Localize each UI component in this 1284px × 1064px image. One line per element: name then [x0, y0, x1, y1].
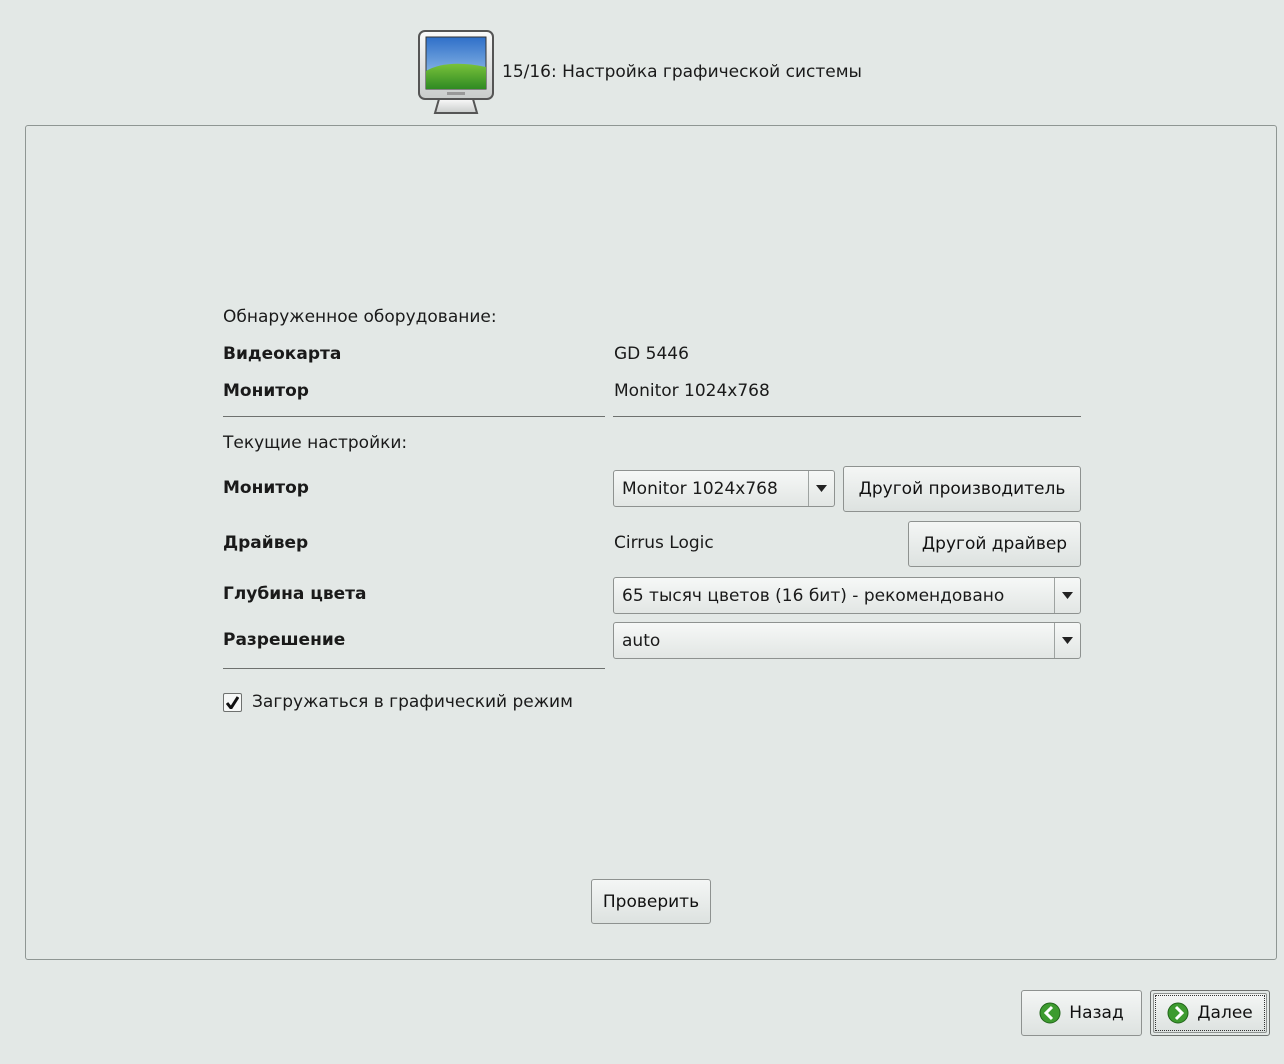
driver-value: Cirrus Logic: [614, 533, 714, 553]
page-title: 15/16: Настройка графической системы: [502, 62, 862, 82]
divider: [223, 668, 605, 669]
monitor-label: Монитор: [223, 478, 309, 498]
color-depth-label: Глубина цвета: [223, 584, 367, 604]
current-section-label: Текущие настройки:: [223, 433, 408, 453]
arrow-right-circle-icon: [1167, 1002, 1189, 1024]
other-vendor-button[interactable]: Другой производитель: [843, 466, 1081, 512]
monitor-select-value: Monitor 1024x768: [622, 478, 778, 499]
arrow-left-circle-icon: [1039, 1002, 1061, 1024]
divider: [613, 416, 1081, 417]
chevron-down-icon: [1054, 623, 1080, 658]
detected-monitor-label: Монитор: [223, 381, 309, 401]
boot-graphical-label: Загружаться в графический режим: [252, 692, 573, 712]
chevron-down-icon: [1054, 578, 1080, 613]
resolution-select-value: auto: [622, 630, 661, 651]
videocard-value: GD 5446: [614, 344, 689, 364]
resolution-select[interactable]: auto: [613, 622, 1081, 659]
next-button[interactable]: Далее: [1153, 993, 1267, 1033]
boot-graphical-option[interactable]: Загружаться в графический режим: [223, 691, 573, 713]
chevron-down-icon: [808, 471, 834, 506]
test-button[interactable]: Проверить: [591, 879, 711, 924]
checkmark-icon: [226, 695, 239, 709]
back-button-label: Назад: [1069, 1003, 1124, 1023]
monitor-icon: [417, 29, 495, 117]
other-driver-button[interactable]: Другой драйвер: [908, 521, 1081, 567]
back-button[interactable]: Назад: [1021, 990, 1142, 1036]
detected-section-label: Обнаруженное оборудование:: [223, 307, 497, 327]
color-depth-select-value: 65 тысяч цветов (16 бит) - рекомендовано: [622, 585, 1005, 606]
boot-graphical-checkbox[interactable]: [223, 692, 242, 712]
monitor-select[interactable]: Monitor 1024x768: [613, 470, 835, 507]
color-depth-select[interactable]: 65 тысяч цветов (16 бит) - рекомендовано: [613, 577, 1081, 614]
detected-monitor-value: Monitor 1024x768: [614, 381, 770, 401]
driver-label: Драйвер: [223, 533, 309, 553]
next-button-frame: Далее: [1150, 990, 1270, 1036]
next-button-label: Далее: [1197, 1003, 1253, 1023]
divider: [223, 416, 605, 417]
resolution-label: Разрешение: [223, 630, 346, 650]
videocard-label: Видеокарта: [223, 344, 342, 364]
